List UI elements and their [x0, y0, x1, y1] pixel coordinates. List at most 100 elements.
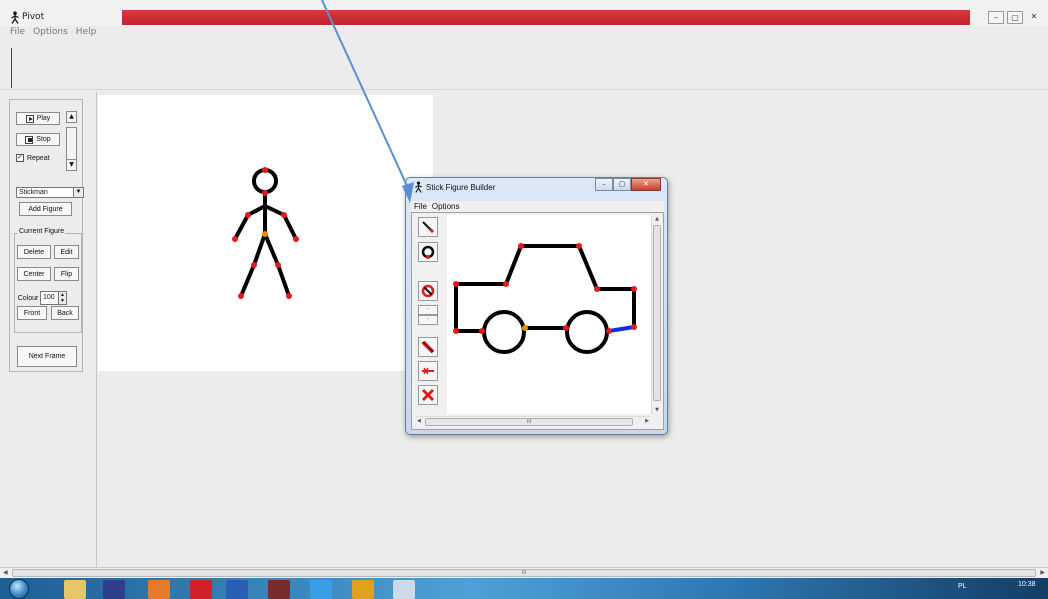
- joint-roof-rear: [518, 243, 524, 249]
- circle-tool-button[interactable]: [418, 242, 438, 262]
- delete-button[interactable]: Delete: [17, 245, 51, 259]
- builder-maximize-button[interactable]: ▢: [613, 178, 631, 191]
- center-button[interactable]: Center: [17, 267, 51, 281]
- menu-file[interactable]: File: [10, 26, 25, 38]
- taskbar-player-icon[interactable]: [148, 580, 170, 599]
- maximize-button[interactable]: ▢: [1007, 11, 1023, 24]
- play-button[interactable]: Play: [16, 112, 60, 125]
- scale-segment-icon: [421, 340, 435, 354]
- no-entry-tool-button[interactable]: [418, 281, 438, 301]
- joint-blue-start: [606, 328, 612, 334]
- main-horizontal-scrollbar[interactable]: ◀ III ▶: [0, 567, 1048, 578]
- joint-rear-wheel: [479, 328, 485, 334]
- joint-front-bottom: [631, 324, 637, 330]
- scroll-left-arrow-icon[interactable]: ◀: [3, 569, 8, 576]
- speed-slider-track[interactable]: [66, 127, 77, 161]
- frames-timeline[interactable]: [0, 38, 1048, 90]
- next-frame-button[interactable]: Next Frame: [17, 346, 77, 367]
- colour-spinbox[interactable]: 100 ▲ ▼: [40, 291, 67, 305]
- static-segment-tool-button[interactable]: [418, 361, 438, 381]
- scroll-up-arrow-icon[interactable]: ▲: [652, 216, 662, 222]
- builder-menu-file[interactable]: File: [414, 201, 427, 212]
- figure-type-select[interactable]: Stickman ▼: [16, 187, 84, 198]
- stickman-figure[interactable]: [98, 95, 433, 371]
- joint-origin: [522, 325, 528, 331]
- move-up-tool-button[interactable]: ·: [418, 305, 438, 315]
- spin-arrows-icon[interactable]: ▲ ▼: [58, 292, 66, 304]
- taskbar-acrobat-icon[interactable]: [190, 580, 212, 599]
- builder-minimize-button[interactable]: –: [595, 178, 613, 191]
- windows-taskbar: PL 10:38: [0, 578, 1048, 599]
- joint-rear-top: [453, 281, 459, 287]
- delete-tool-button[interactable]: [418, 385, 438, 405]
- builder-menu-options[interactable]: Options: [432, 201, 460, 212]
- pivot-app-icon: [11, 11, 19, 24]
- flip-button[interactable]: Flip: [54, 267, 79, 281]
- panel-divider: [96, 92, 97, 567]
- language-indicator[interactable]: PL: [958, 583, 967, 590]
- main-title-bar: Pivot – ▢ ✕: [0, 0, 1048, 26]
- colour-value: 100: [43, 294, 55, 301]
- front-button[interactable]: Front: [17, 306, 47, 320]
- builder-horizontal-scrollbar[interactable]: ◀ III ▶: [415, 416, 651, 427]
- menu-options[interactable]: Options: [33, 26, 68, 38]
- edit-button[interactable]: Edit: [54, 245, 79, 259]
- scale-tool-button[interactable]: [418, 337, 438, 357]
- app-title: Pivot: [22, 12, 45, 22]
- delete-x-icon: [421, 388, 435, 402]
- car-figure[interactable]: [447, 215, 651, 414]
- colour-label: Colour: [17, 294, 39, 302]
- builder-window-controls: – ▢ ✕: [595, 178, 661, 191]
- speed-up-arrow[interactable]: ▲: [66, 111, 77, 123]
- taskbar-ie-icon[interactable]: [310, 580, 332, 599]
- joint-hood: [594, 286, 600, 292]
- menu-help[interactable]: Help: [76, 26, 97, 38]
- animation-canvas[interactable]: [98, 95, 433, 371]
- line-tool-button[interactable]: [418, 217, 438, 237]
- builder-canvas[interactable]: [447, 215, 651, 414]
- builder-vscroll-thumb[interactable]: [653, 225, 661, 401]
- builder-vertical-scrollbar[interactable]: ▲ ▼: [651, 215, 662, 414]
- speed-down-arrow[interactable]: ▼: [66, 159, 77, 171]
- scroll-right-arrow-icon[interactable]: ▶: [1040, 569, 1045, 576]
- main-hscroll-thumb[interactable]: III: [12, 569, 1036, 577]
- joint-head-top: [262, 167, 268, 173]
- taskbar-explorer-icon[interactable]: [64, 580, 86, 599]
- play-label: Play: [36, 115, 51, 122]
- scroll-down-arrow-icon[interactable]: ▼: [652, 407, 662, 413]
- play-icon: [25, 114, 34, 123]
- chevron-down-icon[interactable]: ▼: [73, 188, 83, 197]
- joint-cabin-rear: [503, 281, 509, 287]
- add-figure-button[interactable]: Add Figure: [19, 202, 72, 216]
- main-menu-bar: File Options Help: [0, 26, 1048, 38]
- joint-right-knee: [275, 262, 281, 268]
- taskbar-word-icon[interactable]: [226, 580, 248, 599]
- taskbar-pivot-icon[interactable]: [393, 580, 415, 599]
- clock-time[interactable]: 10:38: [1018, 581, 1036, 588]
- main-vertical-scrollbar[interactable]: [1040, 92, 1048, 567]
- taskbar-chrome-icon[interactable]: [352, 580, 374, 599]
- move-down-tool-button[interactable]: ·: [418, 315, 438, 325]
- repeat-label: Repeat: [27, 154, 50, 162]
- close-button[interactable]: ✕: [1026, 11, 1042, 24]
- line-tool-icon: [422, 221, 435, 234]
- taskbar-app-icon[interactable]: [268, 580, 290, 599]
- builder-body: · · ▲ ▼ ◀ III ▶: [411, 212, 664, 430]
- back-button[interactable]: Back: [51, 306, 79, 320]
- builder-close-button[interactable]: ✕: [631, 178, 661, 191]
- builder-hscroll-thumb[interactable]: III: [425, 418, 633, 426]
- scroll-right-arrow-icon[interactable]: ▶: [645, 418, 649, 424]
- taskbar-media-icon[interactable]: [103, 580, 125, 599]
- joint-neck: [262, 190, 268, 196]
- joint-rear-bottom: [453, 328, 459, 334]
- repeat-checkbox-row[interactable]: ✓ Repeat: [16, 154, 50, 162]
- stop-button[interactable]: Stop: [16, 133, 60, 146]
- start-button[interactable]: [9, 579, 29, 599]
- small-arrows-icon: ·: [427, 316, 429, 323]
- blue-segment: [607, 325, 636, 333]
- repeat-checkbox[interactable]: ✓: [16, 154, 24, 162]
- stick-figure-builder-window[interactable]: Stick Figure Builder – ▢ ✕ File Options: [405, 177, 668, 435]
- minimize-button[interactable]: –: [988, 11, 1004, 24]
- title-accent-strip: [122, 10, 970, 25]
- scroll-left-arrow-icon[interactable]: ◀: [417, 418, 421, 424]
